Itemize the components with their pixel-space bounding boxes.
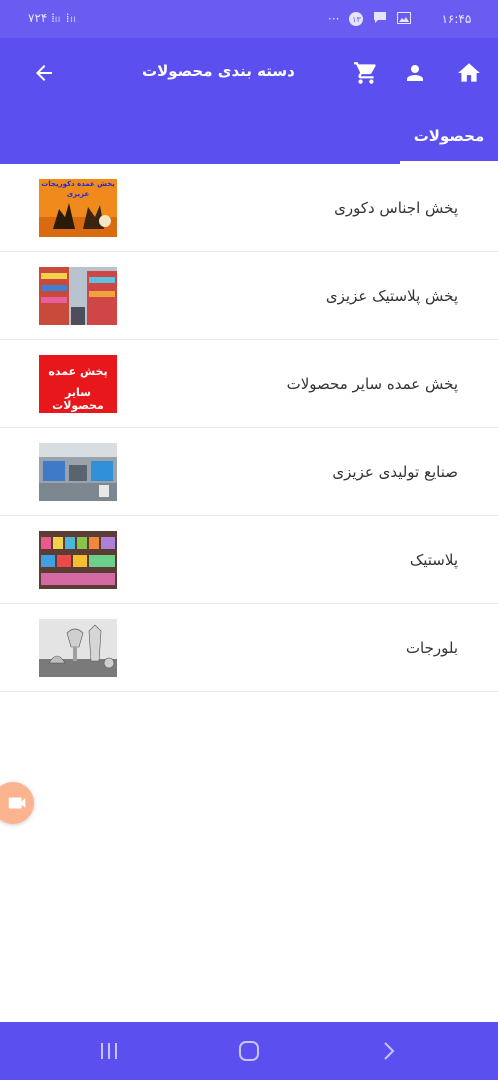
category-thumbnail: پخش عمده دکوریجات عزیزی [39, 179, 117, 237]
category-item-plastic[interactable]: پلاستیک [0, 516, 498, 604]
circle-home-icon [239, 1041, 259, 1061]
nav-back-button[interactable] [374, 1036, 404, 1066]
app-bar: دسته بندی محصولات [0, 38, 498, 108]
thumb-caption-line2: عزیزی [66, 190, 90, 198]
person-icon [407, 65, 423, 81]
page-title: دسته بندی محصولات [142, 62, 295, 80]
profile-button[interactable] [397, 55, 433, 91]
category-thumbnail [39, 619, 117, 677]
category-thumbnail [39, 267, 117, 325]
cart-icon [354, 62, 376, 84]
category-label: پلاستیک [409, 550, 458, 569]
video-call-button[interactable] [0, 782, 34, 824]
category-thumbnail [39, 531, 117, 589]
category-item-other-products[interactable]: پخش عمده سایر محصولات پخش عمده سایر محصو… [0, 340, 498, 428]
category-list: پخش عمده دکوریجات عزیزی پخش اجناس دکوری … [0, 164, 498, 692]
tab-strip: محصولات [0, 108, 498, 164]
more-dots: ··· [328, 12, 340, 26]
thumb-caption-line2: سایر محصولات [52, 386, 104, 412]
status-time: ۱۶:۴۵ [441, 12, 472, 26]
notification-badge: ۱۳ [349, 12, 364, 26]
status-indicators: ۷۲۴ ⁞ₗₗ ⁞ₗₗ [28, 11, 77, 25]
home-button[interactable] [451, 55, 487, 91]
system-nav-bar [0, 1022, 498, 1080]
category-label: صنایع تولیدی عزیزی [332, 462, 458, 481]
status-bar: ۷۲۴ ⁞ₗₗ ⁞ₗₗ ··· ۱۳ ۱۶:۴۵ [0, 0, 498, 38]
nav-home-button[interactable] [234, 1036, 264, 1066]
thumb-caption-line1: پخش عمده [48, 365, 108, 378]
video-camera-icon [8, 797, 26, 809]
category-item-crystal[interactable]: بلورجات [0, 604, 498, 692]
category-thumbnail [39, 443, 117, 501]
cart-button[interactable] [348, 55, 384, 91]
category-label: پخش عمده سایر محصولات [286, 374, 458, 393]
category-thumbnail: پخش عمده سایر محصولات [39, 355, 117, 413]
category-label: پخش اجناس دکوری [334, 198, 458, 217]
home-icon [458, 63, 480, 82]
image-icon [397, 11, 412, 27]
arrow-back-icon [36, 65, 52, 81]
category-label: پخش پلاستیک عزیزی [325, 286, 458, 305]
thumb-caption-line1: پخش عمده دکوریجات [41, 180, 115, 188]
recents-icon [101, 1043, 117, 1059]
message-icon [373, 11, 387, 27]
category-item-industries[interactable]: صنایع تولیدی عزیزی [0, 428, 498, 516]
category-item-plastic-azizi[interactable]: پخش پلاستیک عزیزی [0, 252, 498, 340]
recents-button[interactable] [94, 1036, 124, 1066]
category-item-decor[interactable]: پخش عمده دکوریجات عزیزی پخش اجناس دکوری [0, 164, 498, 252]
back-button[interactable] [26, 55, 62, 91]
category-label: بلورجات [405, 638, 458, 657]
tab-products[interactable]: محصولات [400, 108, 498, 164]
status-right-group: ··· ۱۳ ۱۶:۴۵ [328, 11, 471, 27]
chevron-right-icon [384, 1042, 395, 1060]
